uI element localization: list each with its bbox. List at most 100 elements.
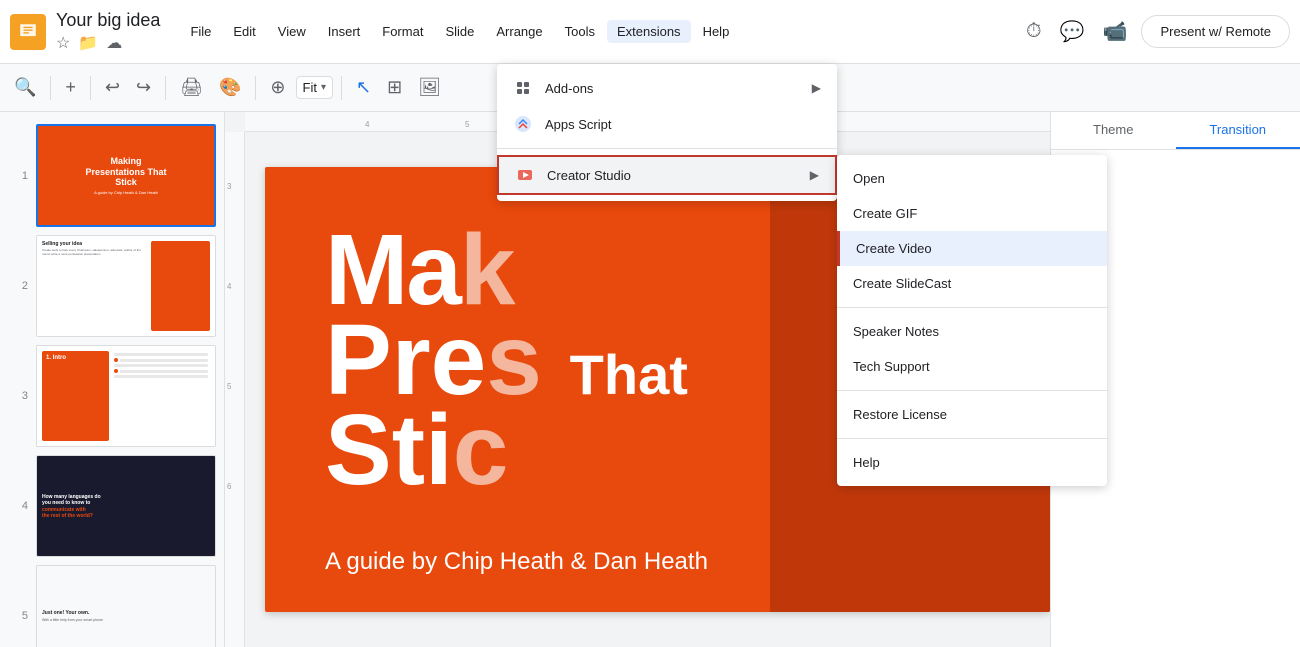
redo-btn[interactable]: ↪ xyxy=(130,73,157,102)
s4-highlight: communicate withthe rest of the world? xyxy=(42,507,210,519)
menu-extensions[interactable]: Extensions xyxy=(607,20,691,43)
sub-item-creategif[interactable]: Create GIF xyxy=(837,196,1107,231)
cursor-btn[interactable]: ↖ xyxy=(350,73,377,102)
sub-label-createslidecast: Create SlideCast xyxy=(853,276,951,291)
slide-num-5: 5 xyxy=(8,610,28,622)
present-button[interactable]: Present w/ Remote xyxy=(1141,15,1290,48)
puzzle-icon xyxy=(513,78,533,98)
dd-arrow-creatorstudio: ▶ xyxy=(810,168,819,182)
right-panel-tabs: Theme Transition xyxy=(1051,112,1300,150)
dd-item-appsscript[interactable]: Apps Script xyxy=(497,106,837,142)
appsscript-icon xyxy=(513,114,533,134)
menu-arrange[interactable]: Arrange xyxy=(486,20,552,43)
new-slide-btn[interactable]: + xyxy=(59,73,82,102)
slide-subtitle: A guide by Chip Heath & Dan Heath xyxy=(325,548,990,576)
toolbar-separator-1 xyxy=(50,76,51,100)
slide-thumb-1[interactable]: MakingPresentations ThatStick A guide by… xyxy=(36,124,216,227)
sub-label-speakernotes: Speaker Notes xyxy=(853,324,939,339)
comment-icon[interactable]: 💬 xyxy=(1056,15,1089,48)
s5-subtitle: With a little help from your smart phone xyxy=(42,618,210,622)
meet-icon[interactable]: 📹 xyxy=(1099,15,1132,48)
sub-item-open[interactable]: Open xyxy=(837,161,1107,196)
slide-item-1[interactable]: 1 MakingPresentations ThatStick A guide … xyxy=(0,120,224,231)
menu-insert[interactable]: Insert xyxy=(318,20,371,43)
tab-transition[interactable]: Transition xyxy=(1176,112,1300,149)
cloud-icon[interactable]: ☁ xyxy=(106,33,122,53)
toolbar-separator-4 xyxy=(255,76,256,100)
sub-item-techsupport[interactable]: Tech Support xyxy=(837,349,1107,384)
dd-item-creatorstudio[interactable]: Creator Studio ▶ xyxy=(497,155,837,195)
slide-num-3: 3 xyxy=(8,390,28,402)
menu-slide[interactable]: Slide xyxy=(435,20,484,43)
menu-view[interactable]: View xyxy=(268,20,316,43)
sub-label-creategif: Create GIF xyxy=(853,206,917,221)
creatorstudio-icon xyxy=(515,165,535,185)
dd-label-addons: Add-ons xyxy=(545,81,593,96)
dd-label-creatorstudio: Creator Studio xyxy=(547,168,631,183)
folder-icon[interactable]: 📁 xyxy=(78,33,98,53)
slide-num-2: 2 xyxy=(8,280,28,292)
search-toolbar-btn[interactable]: 🔍 xyxy=(8,73,42,102)
s1-title: MakingPresentations ThatStick xyxy=(85,156,166,188)
zoom-in-btn[interactable]: ⊕ xyxy=(264,73,291,102)
sub-item-createvideo[interactable]: Create Video xyxy=(837,231,1107,266)
slide-num-4: 4 xyxy=(8,500,28,512)
slide-item-4[interactable]: 4 How many languages doyou need to know … xyxy=(0,451,224,561)
doc-icons: ☆ 📁 ☁ xyxy=(56,33,160,53)
sub-label-restorelicense: Restore License xyxy=(853,407,947,422)
menu-format[interactable]: Format xyxy=(372,20,433,43)
sub-label-techsupport: Tech Support xyxy=(853,359,930,374)
menu-file[interactable]: File xyxy=(180,20,221,43)
slide-thumb-4[interactable]: How many languages doyou need to know to… xyxy=(36,455,216,557)
print-btn[interactable]: 🖨 xyxy=(174,73,209,102)
dd-item-addons[interactable]: Add-ons ▶ xyxy=(497,70,837,106)
right-controls: ⏱ 💬 📹 Present w/ Remote xyxy=(1022,15,1290,48)
sub-separator-3 xyxy=(837,438,1107,439)
image-btn[interactable]: 🖼 xyxy=(412,73,447,102)
sub-item-createslidecast[interactable]: Create SlideCast xyxy=(837,266,1107,301)
slide-thumb-3[interactable]: 1. Intro xyxy=(36,345,216,447)
doc-title[interactable]: Your big idea xyxy=(56,10,160,32)
tab-theme[interactable]: Theme xyxy=(1051,112,1176,149)
menu-tools[interactable]: Tools xyxy=(555,20,605,43)
zoom-arrow: ▾ xyxy=(321,82,326,93)
s4-title: How many languages doyou need to know to xyxy=(42,494,210,507)
slides-panel: 1 MakingPresentations ThatStick A guide … xyxy=(0,112,225,647)
zoom-area-btn[interactable]: ⊞ xyxy=(381,73,408,102)
dd-label-appsscript: Apps Script xyxy=(545,117,611,132)
sub-label-help: Help xyxy=(853,455,880,470)
dd-arrow-addons: ▶ xyxy=(812,81,821,95)
sub-item-speakernotes[interactable]: Speaker Notes xyxy=(837,314,1107,349)
slide-thumb-2[interactable]: Selling your idea Create tools to help e… xyxy=(36,235,216,337)
slide-item-3[interactable]: 3 1. Intro xyxy=(0,341,224,451)
menu-edit[interactable]: Edit xyxy=(223,20,265,43)
toolbar-separator-2 xyxy=(90,76,91,100)
zoom-value: Fit xyxy=(303,80,317,95)
s2-slide-text: Create tools to help every Champion, sal… xyxy=(42,249,147,257)
s3-intro: 1. Intro xyxy=(46,355,105,361)
star-icon[interactable]: ☆ xyxy=(56,33,70,53)
zoom-select[interactable]: Fit ▾ xyxy=(296,76,333,99)
ruler-vertical: 3 4 5 6 xyxy=(225,132,245,647)
sub-item-help[interactable]: Help xyxy=(837,445,1107,480)
slide-item-2[interactable]: 2 Selling your idea Create tools to help… xyxy=(0,231,224,341)
title-area: Your big idea ☆ 📁 ☁ xyxy=(56,10,160,54)
s5-title: Just one! Your own. xyxy=(42,610,210,616)
menu-bar: File Edit View Insert Format Slide Arran… xyxy=(180,20,1022,43)
sub-item-restorelicense[interactable]: Restore License xyxy=(837,397,1107,432)
slide-item-5[interactable]: 5 Just one! Your own. With a little help… xyxy=(0,561,224,647)
menu-help[interactable]: Help xyxy=(693,20,740,43)
top-bar: Your big idea ☆ 📁 ☁ File Edit View Inser… xyxy=(0,0,1300,64)
sub-label-createvideo: Create Video xyxy=(856,241,932,256)
sub-separator-1 xyxy=(837,307,1107,308)
creator-submenu: Open Create GIF Create Video Create Slid… xyxy=(837,155,1107,486)
s1-subtitle: A guide by Chip Heath & Dan Heath xyxy=(94,190,158,195)
undo-btn[interactable]: ↩ xyxy=(99,73,126,102)
slide-thumb-5[interactable]: Just one! Your own. With a little help f… xyxy=(36,565,216,647)
history-icon[interactable]: ⏱ xyxy=(1022,16,1046,47)
sub-separator-2 xyxy=(837,390,1107,391)
toolbar-separator-5 xyxy=(341,76,342,100)
paint-btn[interactable]: 🎨 xyxy=(213,73,247,102)
sub-label-open: Open xyxy=(853,171,885,186)
app-logo xyxy=(10,14,46,50)
